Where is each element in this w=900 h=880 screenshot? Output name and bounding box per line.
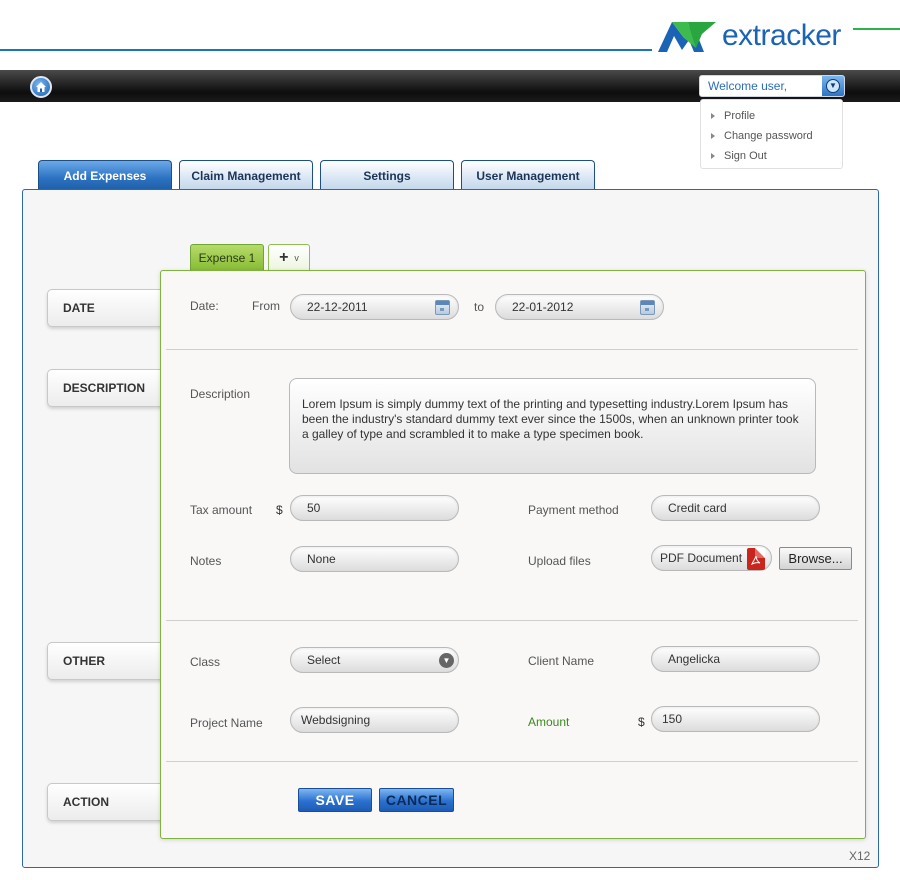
menu-item-label: Sign Out bbox=[724, 150, 767, 162]
from-label: From bbox=[252, 299, 280, 313]
chevron-down-icon: ▼ bbox=[826, 79, 840, 93]
logo-mark-icon bbox=[658, 22, 716, 52]
client-name-label: Client Name bbox=[528, 654, 595, 668]
project-name-input[interactable]: Webdsigning bbox=[290, 707, 459, 733]
notes-input[interactable]: None bbox=[290, 546, 459, 572]
to-date-input[interactable]: 22-01-2012 bbox=[495, 294, 664, 320]
user-menu-chevron[interactable]: ▼ bbox=[822, 76, 844, 96]
date-label: Date: bbox=[190, 299, 219, 313]
expense-tab-1[interactable]: Expense 1 bbox=[190, 244, 264, 271]
amount-currency-symbol: $ bbox=[638, 715, 645, 729]
menu-item-change-password[interactable]: Change password bbox=[701, 126, 842, 146]
payment-method-input[interactable]: Credit card bbox=[651, 495, 820, 521]
divider bbox=[166, 620, 858, 621]
client-name-input[interactable]: Angelicka bbox=[651, 646, 820, 672]
upload-file-value: PDF Document bbox=[660, 551, 743, 565]
plus-icon: + bbox=[279, 249, 289, 266]
to-date-value: 22-01-2012 bbox=[512, 300, 574, 314]
notes-label: Notes bbox=[190, 554, 222, 568]
class-label: Class bbox=[190, 655, 221, 669]
tab-user-management[interactable]: User Management bbox=[461, 160, 595, 190]
notes-value: None bbox=[307, 552, 336, 566]
header-line-left bbox=[0, 49, 652, 51]
menu-item-label: Change password bbox=[724, 130, 813, 142]
triangle-right-icon bbox=[711, 133, 715, 139]
from-date-value: 22-12-2011 bbox=[307, 300, 368, 314]
triangle-right-icon bbox=[711, 113, 715, 119]
user-dropdown-menu: Profile Change password Sign Out bbox=[700, 99, 843, 169]
from-date-input[interactable]: 22-12-2011 bbox=[290, 294, 459, 320]
client-name-value: Angelicka bbox=[668, 652, 721, 666]
pdf-icon bbox=[747, 548, 765, 570]
calendar-icon[interactable] bbox=[640, 300, 655, 315]
upload-file-field[interactable]: PDF Document bbox=[651, 545, 772, 571]
description-label: Description bbox=[190, 387, 251, 401]
triangle-right-icon bbox=[711, 153, 715, 159]
amount-label: Amount bbox=[528, 715, 570, 729]
browse-button[interactable]: Browse... bbox=[779, 547, 852, 570]
page-code: X12 bbox=[849, 849, 871, 863]
section-other: OTHER bbox=[47, 642, 167, 680]
project-name-label: Project Name bbox=[190, 716, 263, 730]
calendar-icon[interactable] bbox=[435, 300, 450, 315]
save-button[interactable]: SAVE bbox=[298, 788, 372, 812]
tax-amount-label: Tax amount bbox=[190, 503, 253, 517]
tab-settings[interactable]: Settings bbox=[320, 160, 454, 190]
payment-method-label: Payment method bbox=[528, 503, 619, 517]
divider bbox=[166, 761, 858, 762]
tab-add-expenses[interactable]: Add Expenses bbox=[38, 160, 172, 190]
payment-method-value: Credit card bbox=[668, 501, 727, 515]
project-name-value: Webdsigning bbox=[301, 713, 371, 727]
tab-claim-management[interactable]: Claim Management bbox=[179, 160, 313, 190]
section-action: ACTION bbox=[47, 783, 167, 821]
home-icon bbox=[36, 82, 46, 92]
tax-amount-value: 50 bbox=[307, 501, 321, 515]
logo-text: extracker bbox=[722, 19, 841, 52]
to-label: to bbox=[474, 300, 485, 314]
menu-item-profile[interactable]: Profile bbox=[701, 106, 842, 126]
cancel-button[interactable]: CANCEL bbox=[379, 788, 454, 812]
amount-value: 150 bbox=[662, 712, 683, 726]
tax-amount-input[interactable]: 50 bbox=[290, 495, 459, 521]
home-button[interactable] bbox=[30, 76, 52, 98]
logo: extracker bbox=[658, 18, 853, 54]
caret-down-icon: v bbox=[294, 253, 299, 263]
currency-symbol: $ bbox=[276, 503, 283, 517]
menu-item-sign-out[interactable]: Sign Out bbox=[701, 146, 842, 166]
amount-input[interactable]: 150 bbox=[651, 706, 820, 732]
user-menu-toggle[interactable]: Welcome user, ▼ bbox=[699, 75, 845, 97]
header-line-right bbox=[853, 28, 900, 30]
divider bbox=[166, 349, 858, 350]
menu-item-label: Profile bbox=[724, 110, 756, 122]
chevron-down-icon: ▼ bbox=[439, 653, 454, 668]
section-description: DESCRIPTION bbox=[47, 369, 167, 407]
welcome-label: Welcome user, bbox=[708, 79, 788, 93]
add-expense-tab[interactable]: + v bbox=[268, 244, 310, 271]
upload-files-label: Upload files bbox=[528, 554, 591, 568]
description-textarea[interactable]: Lorem Ipsum is simply dummy text of the … bbox=[289, 378, 816, 474]
section-date: DATE bbox=[47, 289, 167, 327]
class-select-value: Select bbox=[307, 653, 341, 667]
class-select[interactable]: Select ▼ bbox=[290, 647, 459, 673]
